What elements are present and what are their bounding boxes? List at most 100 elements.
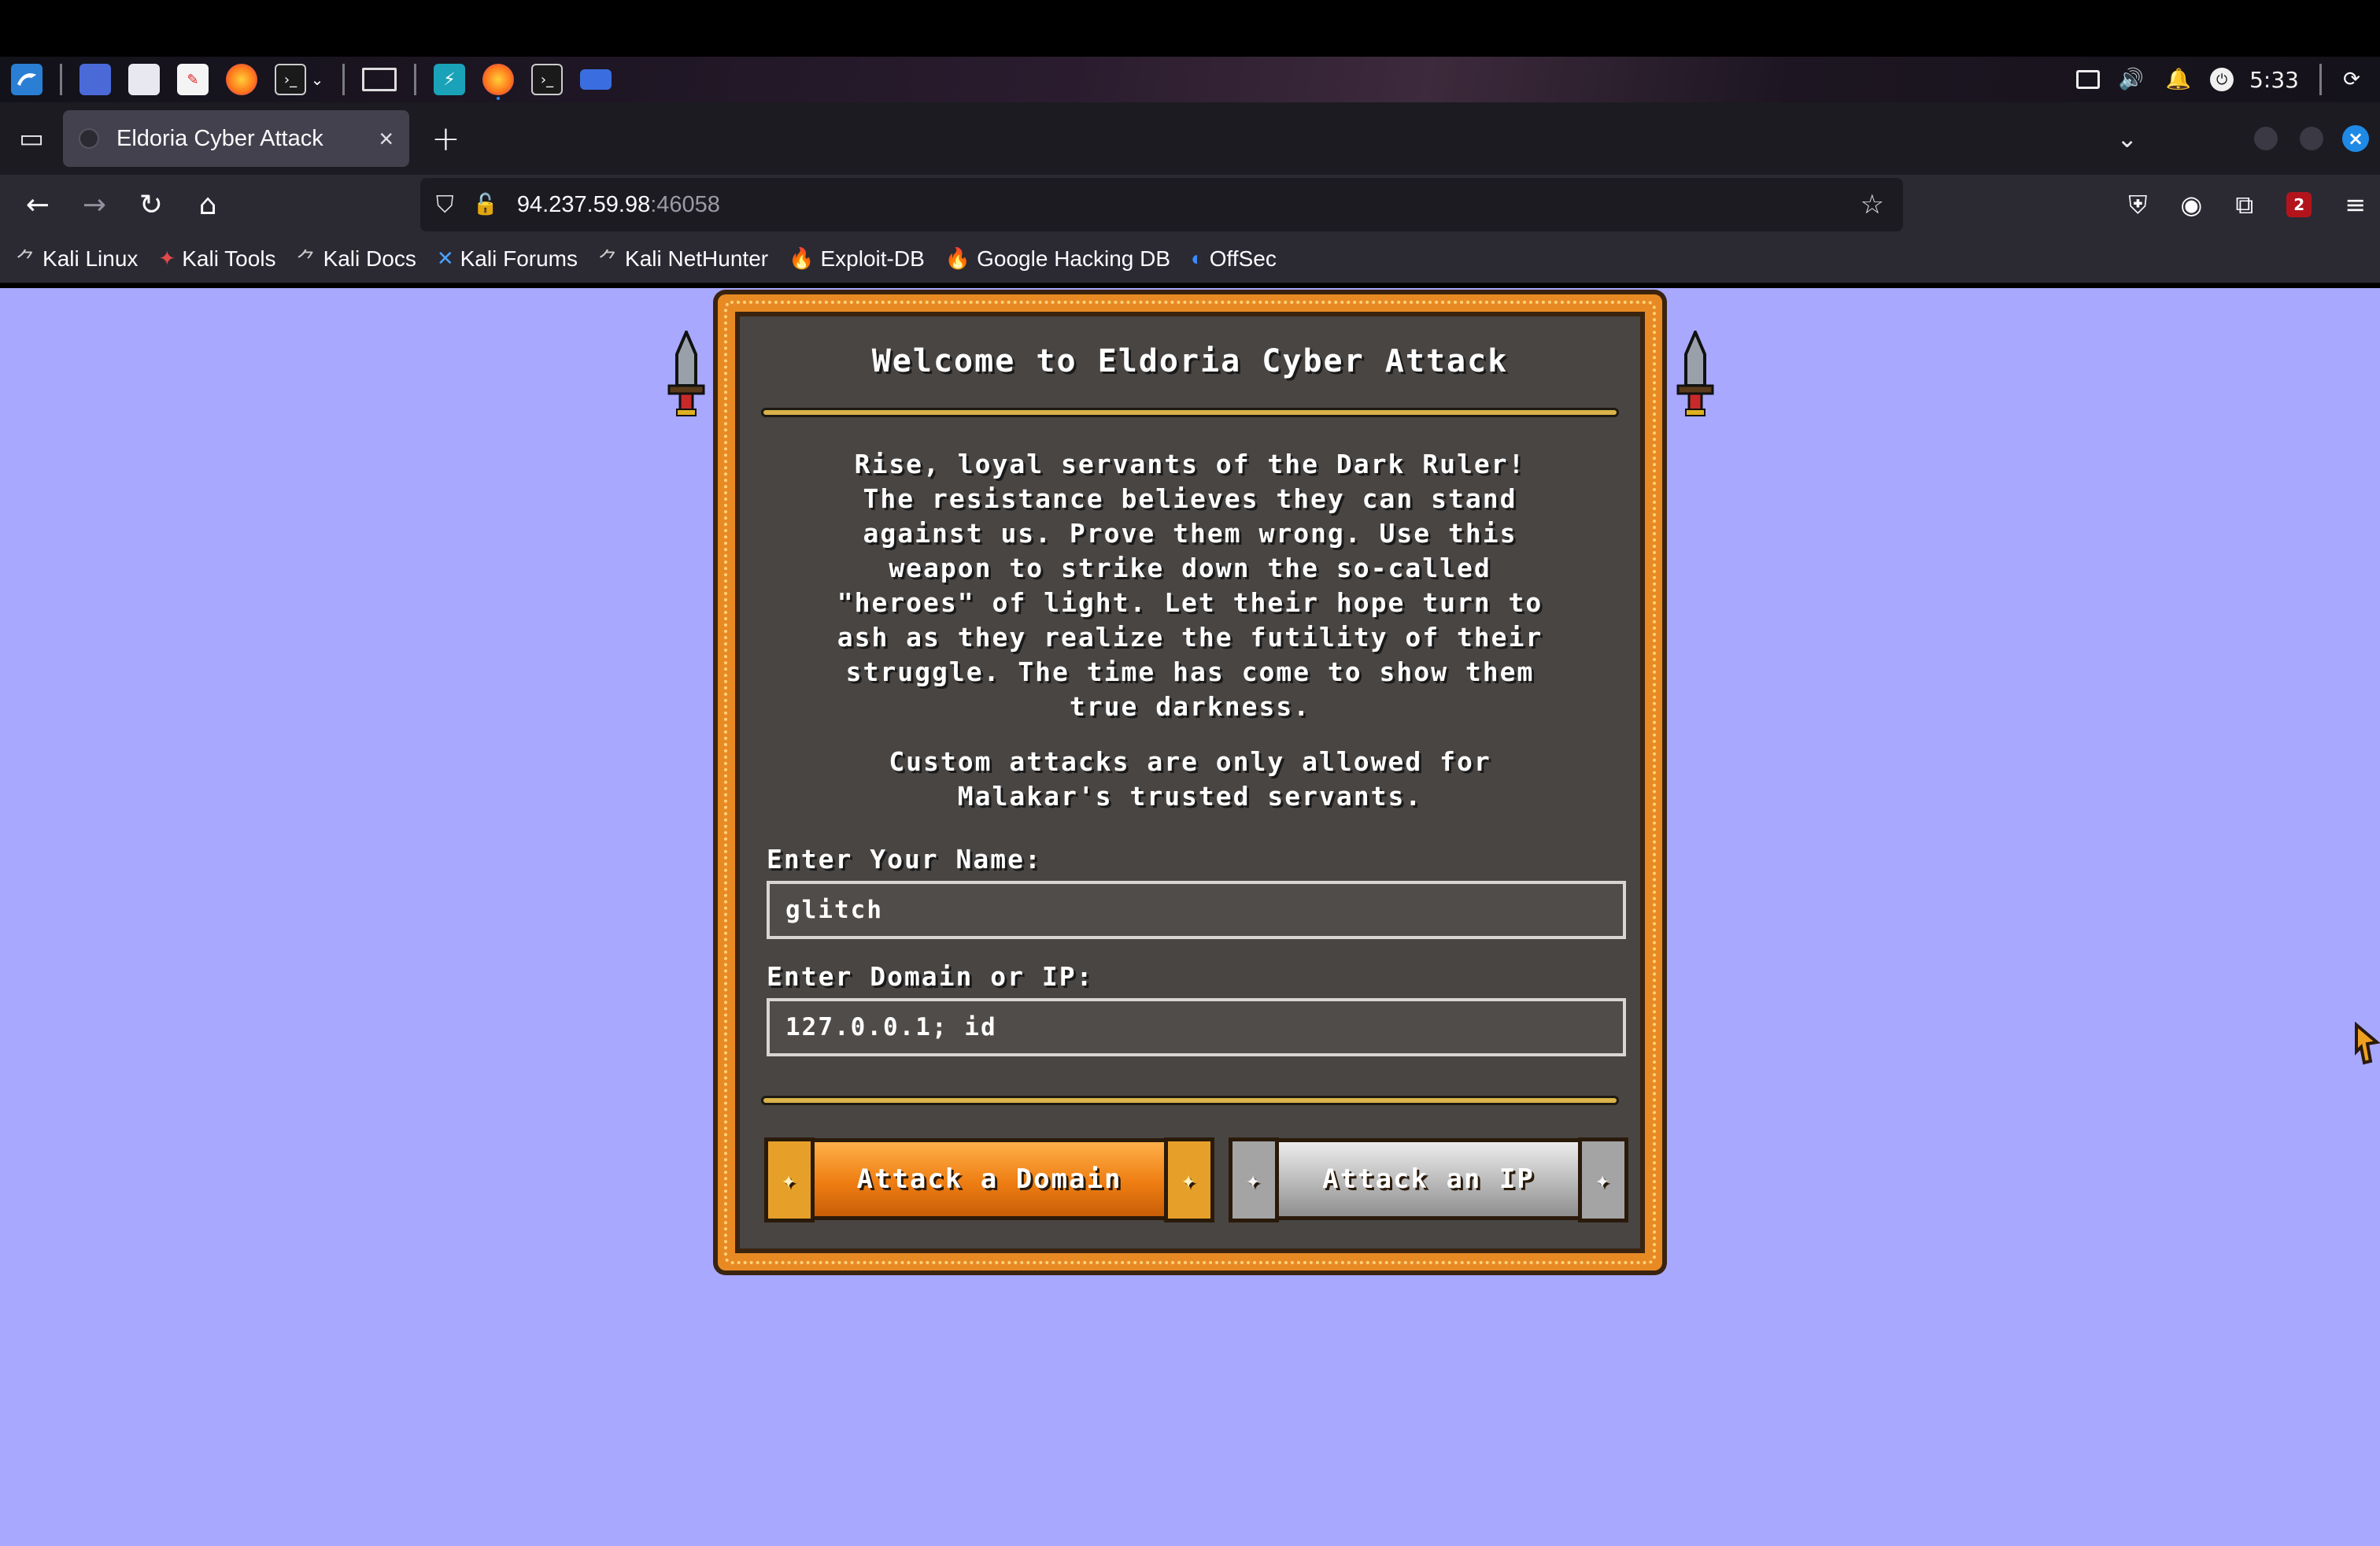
name-label: Enter Your Name:	[767, 844, 1042, 875]
attack-domain-label: Attack a Domain	[856, 1163, 1122, 1195]
refresh-icon[interactable]: ⟳	[2336, 64, 2367, 95]
chevron-down-icon[interactable]: ⌄	[309, 64, 325, 95]
close-tab-icon[interactable]: ×	[379, 124, 394, 153]
url-host: 94.237.59.98	[516, 191, 651, 217]
page-viewport: Welcome to Eldoria Cyber Attack Rise, lo…	[0, 288, 2380, 1546]
firefox-icon[interactable]	[226, 64, 257, 95]
bookmark-star-icon[interactable]: ☆	[1861, 189, 1884, 220]
divider-top	[761, 408, 1619, 417]
maximize-icon[interactable]	[2300, 127, 2323, 150]
dagger-left-icon	[667, 331, 705, 416]
taskbar-separator	[2319, 64, 2322, 95]
back-icon[interactable]: ←	[9, 189, 66, 221]
attack-ip-button[interactable]: ✦ Attack an IP ✦	[1229, 1137, 1628, 1222]
ublock-icon[interactable]: 2	[2286, 192, 2312, 217]
tab-eldoria[interactable]: Eldoria Cyber Attack ×	[63, 110, 409, 167]
folder-running-icon[interactable]	[580, 69, 612, 90]
story-line: ash as they realize the futility of thei…	[837, 622, 1543, 653]
list-all-tabs-icon[interactable]: ⌄	[2116, 124, 2138, 153]
workspace-icon[interactable]	[79, 64, 111, 95]
taskbar-separator	[342, 64, 345, 95]
menu-icon[interactable]: ≡	[2345, 190, 2366, 220]
browser-tab-bar: ▭ Eldoria Cyber Attack × + ⌄ ×	[0, 102, 2380, 175]
new-tab-icon[interactable]: +	[431, 119, 460, 159]
volume-icon[interactable]: 🔊	[2116, 64, 2147, 95]
bookmark-exploit-db[interactable]: 🔥 Exploit-DB	[789, 246, 925, 272]
extensions-icon[interactable]: ⧉	[2235, 190, 2253, 220]
story-line: true darkness.	[1069, 691, 1311, 722]
burp-icon[interactable]: ⚡	[434, 64, 465, 95]
attack-ip-label: Attack an IP	[1322, 1163, 1535, 1195]
gem-icon: ✦	[1578, 1137, 1628, 1222]
bookmark-label: Kali Tools	[182, 246, 276, 271]
window-icon[interactable]	[362, 68, 397, 91]
system-tray: 🔊 🔔 ⏻ 5:33 ⟳	[2076, 57, 2367, 102]
file-manager-icon[interactable]	[128, 64, 160, 95]
kali-dragon-icon: ⺈	[598, 248, 619, 272]
bookmark-kali-docs[interactable]: ⺈ Kali Docs	[297, 244, 416, 273]
bookmark-label: Kali Linux	[42, 246, 139, 271]
bell-icon[interactable]: 🔔	[2163, 64, 2194, 95]
tab-list-icon[interactable]: ▭	[0, 123, 63, 154]
window-controls: ⌄ ×	[2116, 102, 2369, 175]
firefox-running-icon[interactable]	[482, 64, 514, 95]
bookmark-label: Kali Forums	[460, 246, 578, 271]
bookmark-google-hacking-db[interactable]: 🔥 Google Hacking DB	[945, 246, 1170, 272]
attack-domain-button[interactable]: ✦ Attack a Domain ✦	[764, 1137, 1214, 1222]
page-title: Welcome to Eldoria Cyber Attack	[871, 343, 1509, 379]
story-line: Rise, loyal servants of the Dark Ruler!	[854, 449, 1526, 479]
minimize-icon[interactable]	[2254, 127, 2278, 150]
reload-icon[interactable]: ↻	[123, 189, 179, 221]
kali-forums-icon: ✕	[436, 246, 454, 270]
forward-icon[interactable]: →	[66, 189, 123, 221]
gem-icon: ✦	[1164, 1137, 1214, 1222]
kali-dragon-icon: ⺈	[296, 248, 317, 272]
tab-favicon-icon	[79, 128, 99, 149]
home-icon[interactable]: ⌂	[179, 189, 236, 221]
target-input[interactable]	[767, 998, 1626, 1056]
shield-icon[interactable]: ⛉	[436, 191, 454, 219]
terminal-running-icon[interactable]: ›_	[531, 64, 563, 95]
kali-dragon-icon: ⺈	[16, 248, 37, 272]
text-editor-icon[interactable]: ✎	[177, 64, 209, 95]
custom-attack-note: Custom attacks are only allowed for Mala…	[796, 745, 1584, 814]
exploit-db-icon: 🔥	[789, 246, 815, 270]
power-icon[interactable]: ⏻	[2210, 68, 2234, 91]
close-window-icon[interactable]: ×	[2342, 125, 2369, 152]
attack-panel: Welcome to Eldoria Cyber Attack Rise, lo…	[718, 294, 1662, 1270]
bookmark-kali-linux[interactable]: ⺈ Kali Linux	[16, 244, 138, 273]
bookmark-label: Exploit-DB	[820, 246, 925, 271]
kali-menu-icon[interactable]	[11, 64, 42, 95]
gem-icon: ✦	[764, 1137, 815, 1222]
note-line: Malakar's trusted servants.	[957, 781, 1423, 812]
pocket-icon[interactable]: ⛨	[2128, 190, 2147, 220]
bookmark-kali-forums[interactable]: ✕ Kali Forums	[437, 246, 578, 272]
name-input[interactable]	[767, 881, 1626, 939]
lock-icon[interactable]: 🔓	[473, 193, 498, 216]
toolbar-right: ⛨ ◉ ⧉ 2 ≡	[2095, 175, 2366, 235]
terminal-icon[interactable]: ›_	[275, 64, 306, 95]
clock: 5:33	[2249, 66, 2299, 93]
display-icon[interactable]	[2076, 70, 2101, 89]
offsec-icon: ◐	[1191, 246, 1203, 270]
browser-nav-bar: ← → ↻ ⌂ ⛉ 🔓 94.237.59.98:46058 ☆ ⛨ ◉ ⧉ 2…	[0, 175, 2380, 235]
story-line: weapon to strike down the so-called	[889, 553, 1491, 583]
taskbar-separator	[414, 64, 416, 95]
tab-title: Eldoria Cyber Attack	[116, 125, 323, 151]
url-port: :46058	[650, 191, 720, 217]
bookmarks-bar: ⺈ Kali Linux ✦ Kali Tools ⺈ Kali Docs ✕ Kali…	[0, 235, 2380, 283]
story-text: Rise, loyal servants of the Dark Ruler! …	[765, 447, 1615, 724]
screen-top-bar	[0, 0, 2380, 57]
bookmark-offsec[interactable]: ◐ OffSec	[1191, 246, 1277, 272]
url-bar[interactable]: ⛉ 🔓 94.237.59.98:46058 ☆	[420, 178, 1903, 231]
story-line: The resistance believes they can stand	[863, 483, 1517, 514]
account-icon[interactable]: ◉	[2180, 190, 2202, 220]
bookmark-label: Google Hacking DB	[977, 246, 1171, 271]
bookmark-label: Kali NetHunter	[625, 246, 769, 271]
gem-icon: ✦	[1229, 1137, 1279, 1222]
exploit-db-icon: 🔥	[944, 246, 971, 270]
bookmark-kali-nethunter[interactable]: ⺈ Kali NetHunter	[598, 244, 768, 273]
bookmark-kali-tools[interactable]: ✦ Kali Tools	[158, 246, 275, 272]
button-row: ✦ Attack a Domain ✦ ✦ Attack an IP ✦	[735, 1137, 1645, 1226]
story-line: against us. Prove them wrong. Use this	[863, 518, 1517, 549]
